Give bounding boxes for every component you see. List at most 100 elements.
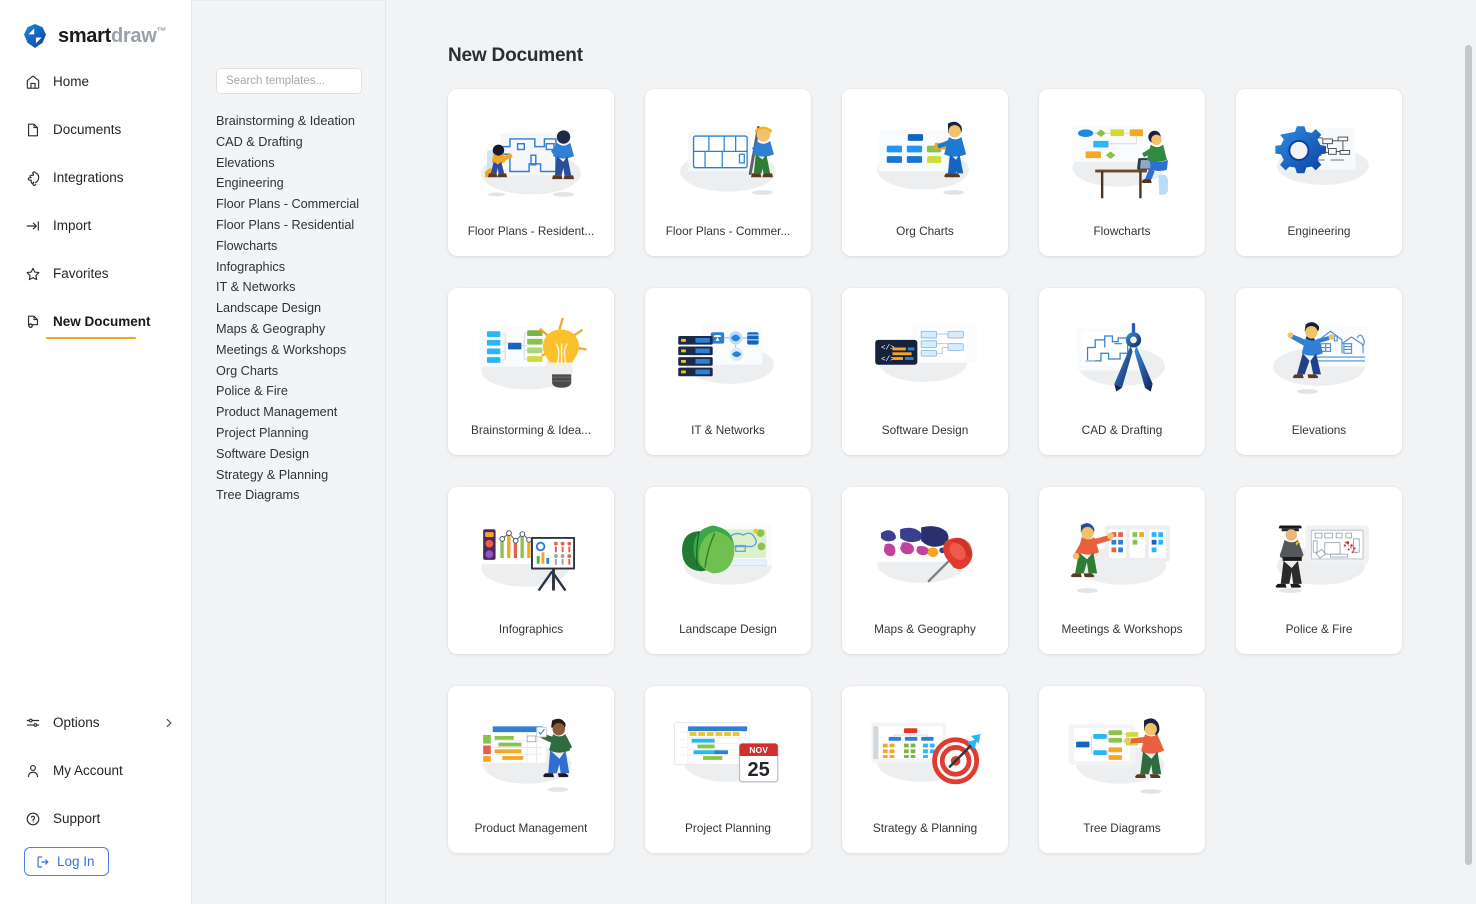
sidebar-item-documents[interactable]: Documents (0, 118, 191, 142)
category-item-brainstorming-ideation[interactable]: Brainstorming & Ideation (192, 111, 385, 132)
template-card-floor-plans-commercial[interactable]: Floor Plans - Commer... (645, 89, 811, 256)
sidebar-item-support[interactable]: Support (0, 807, 191, 831)
category-item-engineering[interactable]: Engineering (192, 173, 385, 194)
login-arrow-icon (36, 855, 50, 869)
template-card-strategy-planning[interactable]: Strategy & Planning (842, 686, 1008, 853)
template-card-software-design[interactable]: </> </> Software Design (842, 288, 1008, 455)
template-card-police-fire[interactable]: Police & Fire (1236, 487, 1402, 654)
calendar-month-text: NOV (749, 745, 768, 755)
template-card-product-management[interactable]: Product Management (448, 686, 614, 853)
nav-gap (0, 142, 191, 166)
template-card-meetings-workshops[interactable]: Meetings & Workshops (1039, 487, 1205, 654)
category-panel: Brainstorming & Ideation CAD & Drafting … (192, 0, 386, 904)
template-card-landscape-design[interactable]: Landscape Design (645, 487, 811, 654)
home-icon (24, 74, 41, 91)
new-document-icon (24, 314, 41, 331)
category-item-it-networks[interactable]: IT & Networks (192, 277, 385, 298)
template-card-brainstorming-ideation[interactable]: Brainstorming & Idea... (448, 288, 614, 455)
template-card-label: CAD & Drafting (1082, 423, 1163, 455)
category-item-software-design[interactable]: Software Design (192, 444, 385, 465)
log-in-button-label: Log In (57, 854, 95, 869)
strategy-target-art-icon (842, 686, 1008, 821)
primary-nav: Home Documents (0, 70, 191, 334)
category-item-landscape-design[interactable]: Landscape Design (192, 298, 385, 319)
category-item-tree-diagrams[interactable]: Tree Diagrams (192, 485, 385, 506)
category-item-floor-plans-residential[interactable]: Floor Plans - Residential (192, 215, 385, 236)
category-item-maps-geography[interactable]: Maps & Geography (192, 319, 385, 340)
template-card-tree-diagrams[interactable]: Tree Diagrams (1039, 686, 1205, 853)
template-card-engineering[interactable]: Engineering (1236, 89, 1402, 256)
sidebar-item-label-documents: Documents (53, 123, 121, 137)
calendar-day-text: 25 (747, 759, 769, 781)
template-card-label: Landscape Design (679, 622, 777, 654)
search-templates-box[interactable] (216, 68, 362, 94)
template-card-maps-geography[interactable]: Maps & Geography (842, 487, 1008, 654)
sidebar-item-home[interactable]: Home (0, 70, 191, 94)
engineering-gear-art-icon (1236, 89, 1402, 224)
template-card-floor-plans-residential[interactable]: Floor Plans - Resident... (448, 89, 614, 256)
project-planning-calendar-art-icon: NOV 25 (645, 686, 811, 821)
template-card-label: Elevations (1292, 423, 1346, 455)
template-card-flowcharts[interactable]: Flowcharts (1039, 89, 1205, 256)
template-card-label: Flowcharts (1093, 224, 1150, 256)
category-item-project-planning[interactable]: Project Planning (192, 423, 385, 444)
cad-compass-art-icon (1039, 288, 1205, 423)
category-item-cad-drafting[interactable]: CAD & Drafting (192, 132, 385, 153)
template-card-project-planning[interactable]: NOV 25 Project Planning (645, 686, 811, 853)
template-card-it-networks[interactable]: IT & Networks (645, 288, 811, 455)
meetings-board-art-icon (1039, 487, 1205, 622)
template-card-label: IT & Networks (691, 423, 765, 455)
category-item-strategy-planning[interactable]: Strategy & Planning (192, 465, 385, 486)
scrollbar-thumb[interactable] (1465, 45, 1472, 865)
main-content: New Document (386, 0, 1476, 904)
template-card-elevations[interactable]: Elevations (1236, 288, 1402, 455)
star-icon (24, 266, 41, 283)
active-item-underline (46, 337, 136, 340)
search-input[interactable] (217, 69, 362, 93)
sidebar-item-label-my-account: My Account (53, 764, 123, 778)
login-button-wrap: Log In (0, 831, 191, 876)
sidebar-item-label-new-document: New Document (53, 315, 151, 329)
category-item-infographics[interactable]: Infographics (192, 257, 385, 278)
import-arrow-icon (24, 218, 41, 235)
software-design-art-icon: </> </> (842, 288, 1008, 423)
sidebar-item-label-options: Options (53, 716, 100, 730)
category-item-floor-plans-commercial[interactable]: Floor Plans - Commercial (192, 194, 385, 215)
template-card-label: Project Planning (685, 821, 771, 853)
user-icon (24, 763, 41, 780)
question-circle-icon (24, 811, 41, 828)
sidebar-item-import[interactable]: Import (0, 214, 191, 238)
template-card-cad-drafting[interactable]: CAD & Drafting (1039, 288, 1205, 455)
category-item-police-fire[interactable]: Police & Fire (192, 381, 385, 402)
sidebar-item-my-account[interactable]: My Account (0, 759, 191, 783)
brand-name-light: draw (111, 25, 156, 47)
category-item-elevations[interactable]: Elevations (192, 153, 385, 174)
category-item-flowcharts[interactable]: Flowcharts (192, 236, 385, 257)
category-item-meetings-workshops[interactable]: Meetings & Workshops (192, 340, 385, 361)
brand-name-bold: smart (58, 25, 111, 47)
sidebar-item-favorites[interactable]: Favorites (0, 262, 191, 286)
sidebar-item-label-favorites: Favorites (53, 267, 109, 281)
sidebar-item-label-home: Home (53, 75, 89, 89)
template-card-infographics[interactable]: Infographics (448, 487, 614, 654)
template-card-label: Floor Plans - Commer... (666, 224, 791, 256)
sidebar-item-options[interactable]: Options (0, 711, 191, 735)
template-card-grid: Floor Plans - Resident... (448, 89, 1438, 853)
template-card-label: Floor Plans - Resident... (468, 224, 595, 256)
template-card-label: Maps & Geography (874, 622, 976, 654)
sidebar-item-new-document[interactable]: New Document (0, 310, 191, 334)
document-icon (24, 122, 41, 139)
sidebar-item-integrations[interactable]: Integrations (0, 166, 191, 190)
category-item-org-charts[interactable]: Org Charts (192, 361, 385, 382)
category-item-product-management[interactable]: Product Management (192, 402, 385, 423)
template-card-org-charts[interactable]: Org Charts (842, 89, 1008, 256)
category-list: Brainstorming & Ideation CAD & Drafting … (192, 111, 385, 506)
brand-trademark: ™ (156, 26, 166, 37)
template-card-label: Meetings & Workshops (1061, 622, 1182, 654)
flowcharts-art-icon (1039, 89, 1205, 224)
vertical-scrollbar[interactable] (1465, 45, 1472, 897)
landscape-leaves-art-icon (645, 487, 811, 622)
police-fire-art-icon (1236, 487, 1402, 622)
brand-logo[interactable]: smartdraw™ (0, 0, 191, 56)
log-in-button[interactable]: Log In (24, 847, 109, 876)
